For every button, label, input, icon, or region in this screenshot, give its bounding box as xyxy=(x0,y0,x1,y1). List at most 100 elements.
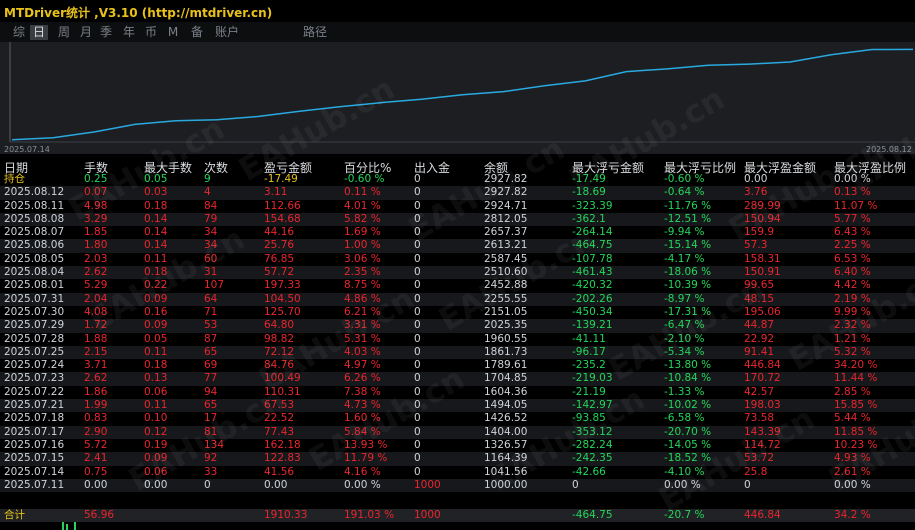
toolbar-item-2[interactable]: 周 xyxy=(55,25,73,40)
cell-3: 71 xyxy=(204,305,218,318)
table-row[interactable]: 2025.07.17 2.90 0.12 81 77.43 5.84 % 0 1404.00 -… xyxy=(0,425,915,439)
cell-5: 2.35 % xyxy=(344,266,381,279)
cell-6: 0 xyxy=(414,372,421,385)
table-row[interactable]: 2025.07.14 0.75 0.06 33 41.56 4.16 % 0 1041.56 -… xyxy=(0,466,915,479)
cell-5: 3.31 % xyxy=(344,319,381,332)
cell-2: 0.18 xyxy=(144,359,168,372)
period-toolbar: 综日周月季年币 M 备账户 路径 xyxy=(0,22,915,42)
table-row[interactable]: 2025.07.16 5.72 0.19 134 162.18 13.93 % 0 1326.… xyxy=(0,439,915,452)
cell-2: 0.09 xyxy=(144,319,168,332)
cell-2: 0.10 xyxy=(144,412,168,425)
cell-1: 2.62 xyxy=(84,372,108,385)
cell-6: 0 xyxy=(414,305,421,318)
table-row[interactable]: 2025.08.08 3.29 0.14 79 154.68 5.82 % 0 2812.05… xyxy=(0,212,915,227)
toolbar-item-4[interactable]: 季 xyxy=(97,25,115,40)
table-row[interactable]: 2025.07.15 2.41 0.09 92 122.83 11.79 % 0 1164.3… xyxy=(0,452,915,466)
table-row[interactable]: 2025.08.11 4.98 0.18 84 112.66 4.01 % 0 2924.71… xyxy=(0,200,915,213)
mini-bar xyxy=(66,524,68,530)
toolbar-item-10[interactable]: 路径 xyxy=(300,25,330,40)
cell-1: 1.99 xyxy=(84,399,108,412)
toolbar-item-1[interactable]: 日 xyxy=(30,25,48,40)
cell-9: -15.14 % xyxy=(664,239,712,252)
cell-9: -12.51 % xyxy=(664,212,712,225)
table-row[interactable]: 2025.07.21 1.99 0.11 65 67.53 4.73 % 0 1494.05 -… xyxy=(0,399,915,413)
cell-11: 0.13 % xyxy=(834,186,871,199)
toolbar-item-0[interactable]: 综 xyxy=(10,25,28,40)
cell-9: -10.02 % xyxy=(664,399,712,412)
cell-6: 0 xyxy=(414,399,421,412)
table-row[interactable]: 2025.08.06 1.80 0.14 34 25.76 1.00 % 0 2613.21 -… xyxy=(0,239,915,253)
table-row[interactable]: 2025.07.31 2.04 0.09 64 104.50 4.86 % 0 2255.55… xyxy=(0,292,915,306)
total-cell-1: 56.96 xyxy=(84,509,115,521)
cell-11: 0.00 % xyxy=(834,478,871,491)
cell-0: 2025.07.23 xyxy=(4,372,65,385)
cell-8: -42.66 xyxy=(572,465,606,478)
table-row[interactable]: 2025.07.22 1.86 0.06 94 110.31 7.38 % 0 1604.36… xyxy=(0,386,915,399)
toolbar-item-9[interactable]: 账户 xyxy=(212,25,242,40)
cell-11: 6.43 % xyxy=(834,226,871,239)
toolbar-item-8[interactable]: 备 xyxy=(188,25,206,40)
toolbar-item-6[interactable]: 币 xyxy=(142,25,160,40)
cell-3: 65 xyxy=(204,345,218,358)
total-cell-0: 合计 xyxy=(4,509,25,521)
cell-0: 2025.08.11 xyxy=(4,199,65,212)
table-row[interactable]: 2025.08.04 2.62 0.18 31 57.72 2.35 % 0 2510.60 -… xyxy=(0,266,915,280)
cell-10: 289.99 xyxy=(744,199,781,212)
app-title: MTDriver统计 ,V3.10 (http://mtdriver.cn) xyxy=(4,6,273,20)
table-row[interactable]: 2025.07.18 0.83 0.10 17 22.52 1.60 % 0 1426.52 -… xyxy=(0,412,915,425)
cell-4: 100.49 xyxy=(264,372,301,385)
table-row[interactable]: 2025.08.07 1.85 0.14 34 44.16 1.69 % 0 2657.37 -… xyxy=(0,226,915,239)
cell-10: 44.87 xyxy=(744,319,775,332)
table-row[interactable]: 2025.07.25 2.15 0.11 65 72.12 4.03 % 0 1861.73 -… xyxy=(0,345,915,360)
position-row[interactable]: 持仓 0.25 0.05 9 -17.49 -0.60 % 0 2927.82 -17.49 -0… xyxy=(0,173,915,186)
cell-9: -14.05 % xyxy=(664,438,712,451)
toolbar-item-5[interactable]: 年 xyxy=(120,25,138,40)
cell-6: 0 xyxy=(414,385,421,398)
cell-2: 0.09 xyxy=(144,452,168,465)
cell-8: -139.21 xyxy=(572,319,613,332)
table-row[interactable]: 2025.07.24 3.71 0.18 69 84.76 4.97 % 0 1789.61 -… xyxy=(0,359,915,372)
cell-3: 69 xyxy=(204,359,218,372)
cell-3: 9 xyxy=(204,173,211,185)
cell-7: 2255.55 xyxy=(484,292,528,305)
cell-1: 2.04 xyxy=(84,292,108,305)
mini-bar-strip xyxy=(0,522,915,530)
cell-4: 154.68 xyxy=(264,212,301,225)
cell-1: 5.29 xyxy=(84,279,108,292)
cell-0: 2025.08.05 xyxy=(4,252,65,265)
cell-0: 2025.07.15 xyxy=(4,452,65,465)
table-row[interactable]: 2025.07.28 1.88 0.05 87 98.82 5.31 % 0 1960.55 -… xyxy=(0,333,915,346)
cell-4: 22.52 xyxy=(264,412,295,425)
balance-line xyxy=(11,48,914,141)
cell-5: 4.03 % xyxy=(344,345,381,358)
cell-1: 1.72 xyxy=(84,319,108,332)
cell-11: 4.42 % xyxy=(834,279,871,292)
cell-4: 104.50 xyxy=(264,292,301,305)
cell-6: 0 xyxy=(414,252,421,265)
table-row[interactable]: 2025.07.23 2.62 0.13 77 100.49 6.26 % 0 1704.85… xyxy=(0,372,915,386)
cell-3: 31 xyxy=(204,266,218,279)
cell-10: 446.84 xyxy=(744,359,781,372)
cell-7: 1404.00 xyxy=(484,425,528,438)
table-row[interactable]: 2025.08.01 5.29 0.22 107 197.33 8.75 % 0 2452.8… xyxy=(0,279,915,292)
cell-2: 0.11 xyxy=(144,345,168,358)
cell-0: 2025.07.28 xyxy=(4,332,65,345)
table-row[interactable]: 2025.08.05 2.03 0.11 60 76.85 3.06 % 0 2587.45 -… xyxy=(0,253,915,266)
cell-3: 92 xyxy=(204,452,218,465)
cell-6: 0 xyxy=(414,266,421,279)
table-row[interactable]: 2025.07.30 4.08 0.16 71 125.70 6.21 % 0 2151.05… xyxy=(0,306,915,319)
cell-9: -10.39 % xyxy=(664,279,712,292)
cell-5: 7.38 % xyxy=(344,385,381,398)
cell-8: -242.35 xyxy=(572,452,613,465)
cell-11: 1.21 % xyxy=(834,332,871,345)
cell-0: 2025.07.24 xyxy=(4,359,65,372)
table-row[interactable]: 2025.07.11 0.00 0.00 0 0.00 0.00 % 1000 1000.00… xyxy=(0,478,915,493)
cell-3: 0 xyxy=(204,478,211,491)
toolbar-item-3[interactable]: 月 xyxy=(77,25,95,40)
table-row[interactable]: 2025.08.12 0.07 0.03 4 3.11 0.11 % 0 2927.82 -18… xyxy=(0,186,915,200)
cell-11: 2.25 % xyxy=(834,239,871,252)
cell-11: 34.20 % xyxy=(834,359,878,372)
cell-0: 2025.07.17 xyxy=(4,425,65,438)
table-row[interactable]: 2025.07.29 1.72 0.09 53 64.80 3.31 % 0 2025.35 -… xyxy=(0,319,915,333)
toolbar-item-7[interactable]: M xyxy=(166,25,180,40)
